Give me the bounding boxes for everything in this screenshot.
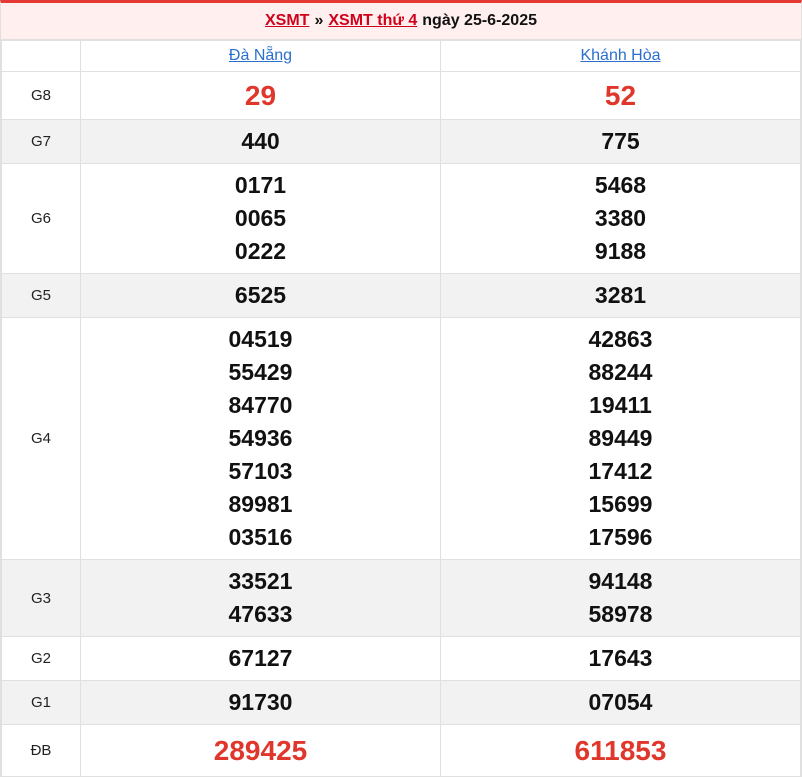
province-header-cell: Đà Nẵng [80,40,441,72]
result-number: 17643 [588,645,653,671]
result-number: 58978 [588,601,653,627]
result-number: 89449 [588,425,653,451]
result-cell: 94148 58978 [440,559,801,637]
result-number: 55429 [228,359,293,385]
result-number: 67127 [228,645,293,671]
prize-label: G1 [1,680,81,725]
prize-row-g2: G2 67127 17643 [1,636,801,681]
result-cell: 33521 47633 [80,559,441,637]
result-number: 42863 [588,326,653,352]
result-number: 88244 [588,359,653,385]
result-cell: 52 [440,71,801,120]
province-header-row: Đà Nẵng Khánh Hòa [1,40,801,72]
prize-label: G3 [1,559,81,637]
result-number: 07054 [588,689,653,715]
prize-label: G7 [1,119,81,164]
result-cell: 91730 [80,680,441,725]
prize-row-g4: G4 04519 55429 84770 54936 57103 89981 0… [1,317,801,560]
result-number: 9188 [594,238,647,264]
prize-label: G5 [1,273,81,318]
province-header-cell: Khánh Hòa [440,40,801,72]
result-cell: 0171 0065 0222 [80,163,441,274]
breadcrumb-xsmt-link[interactable]: XSMT [265,12,309,30]
result-number: 57103 [228,458,293,484]
result-number: 440 [241,128,280,154]
result-cell: 440 [80,119,441,164]
prize-row-g7: G7 440 775 [1,119,801,164]
result-number: 84770 [228,392,293,418]
result-number: 3281 [594,282,647,308]
prize-label: G8 [1,71,81,120]
result-cell: 775 [440,119,801,164]
result-number: 94148 [588,568,653,594]
results-panel: XSMT » XSMT thứ 4 ngày 25-6-2025 Đà Nẵng… [0,0,802,777]
result-number: 775 [601,128,640,154]
result-cell: 07054 [440,680,801,725]
result-cell: 04519 55429 84770 54936 57103 89981 0351… [80,317,441,560]
prize-label: ĐB [1,724,81,777]
result-number: 89981 [228,491,293,517]
prize-label: G4 [1,317,81,560]
prize-row-g1: G1 91730 07054 [1,680,801,725]
result-number: 47633 [228,601,293,627]
result-number: 0065 [234,205,287,231]
breadcrumb-date: ngày 25-6-2025 [422,12,537,29]
result-cell: 67127 [80,636,441,681]
prize-row-g6: G6 0171 0065 0222 5468 3380 9188 [1,163,801,274]
prize-row-g3: G3 33521 47633 94148 58978 [1,559,801,637]
result-number: 54936 [228,425,293,451]
result-cell: 611853 [440,724,801,777]
special-prize-number: 611853 [574,735,667,766]
result-cell: 289425 [80,724,441,777]
breadcrumb: XSMT » XSMT thứ 4 ngày 25-6-2025 [1,3,801,40]
result-cell: 6525 [80,273,441,318]
result-number: 33521 [228,568,293,594]
result-cell: 29 [80,71,441,120]
prize-label: G6 [1,163,81,274]
result-number: 52 [604,80,637,111]
province-link-da-nang[interactable]: Đà Nẵng [229,47,292,64]
prize-label: G2 [1,636,81,681]
result-number: 91730 [228,689,293,715]
prize-row-g8: G8 29 52 [1,71,801,120]
result-cell: 5468 3380 9188 [440,163,801,274]
province-link-khanh-hoa[interactable]: Khánh Hòa [580,47,660,64]
prize-row-special: ĐB 289425 611853 [1,724,801,777]
prize-row-g5: G5 6525 3281 [1,273,801,318]
breadcrumb-xsmt-thu4-link[interactable]: XSMT thứ 4 [328,12,417,30]
special-prize-number: 289425 [213,735,308,766]
result-cell: 42863 88244 19411 89449 17412 15699 1759… [440,317,801,560]
result-number: 15699 [588,491,653,517]
result-number: 0171 [234,172,287,198]
result-cell: 17643 [440,636,801,681]
header-empty-cell [1,40,81,72]
result-number: 29 [244,80,277,111]
result-number: 6525 [234,282,287,308]
result-number: 5468 [594,172,647,198]
result-number: 3380 [594,205,647,231]
result-number: 17596 [588,524,653,550]
result-number: 03516 [228,524,293,550]
results-table: Đà Nẵng Khánh Hòa G8 29 52 G7 440 775 G6… [1,40,801,777]
result-number: 19411 [589,392,652,418]
result-number: 04519 [228,326,293,352]
result-number: 0222 [234,238,287,264]
result-cell: 3281 [440,273,801,318]
breadcrumb-separator: » [314,12,324,29]
result-number: 17412 [588,458,653,484]
